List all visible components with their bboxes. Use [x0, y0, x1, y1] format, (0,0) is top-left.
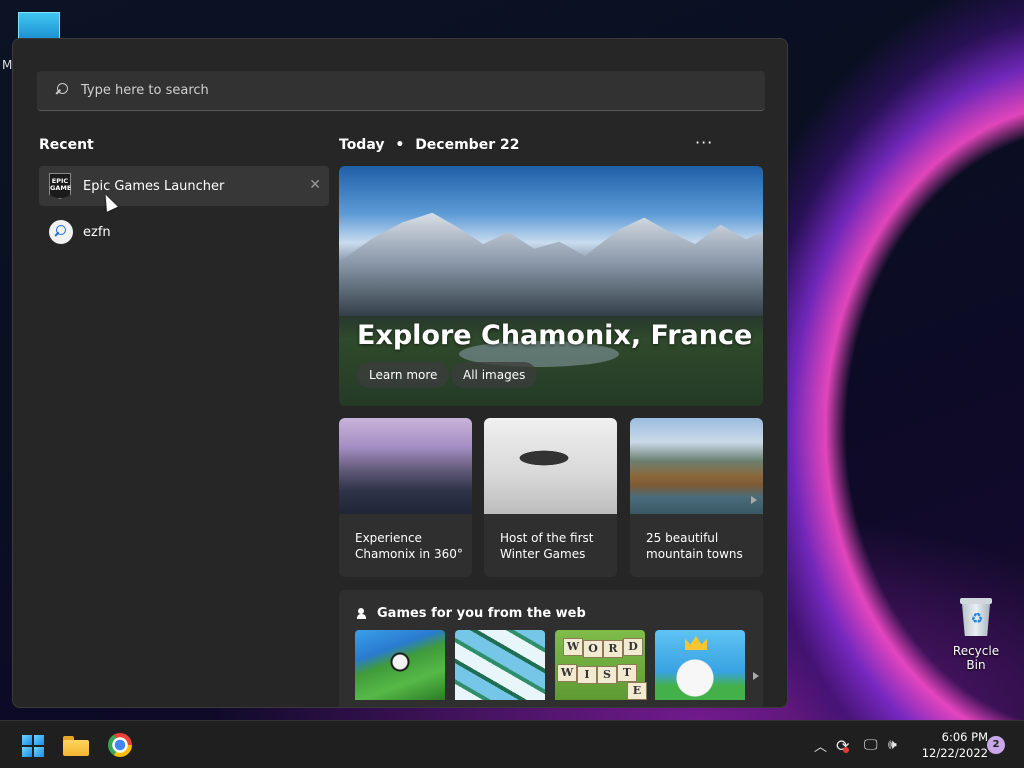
- games-section: Games for you from the web W O R D W I S…: [339, 590, 763, 707]
- clock[interactable]: 6:06 PM 12/22/2022: [912, 729, 988, 761]
- card-mountain-towns[interactable]: 25 beautiful mountain towns: [630, 418, 763, 577]
- recent-heading: Recent: [39, 137, 94, 153]
- volume-button[interactable]: 🕪: [888, 721, 897, 768]
- all-images-button[interactable]: All images: [451, 362, 538, 388]
- chrome-button[interactable]: [100, 729, 140, 761]
- recycle-bin[interactable]: ♻ Recycle Bin: [942, 596, 1010, 672]
- crown-icon: [685, 636, 707, 650]
- search-input[interactable]: Type here to search: [37, 71, 765, 111]
- card-title: Host of the first Winter Games: [500, 531, 594, 561]
- hero-card-chamonix[interactable]: Explore Chamonix, France Learn more All …: [339, 166, 763, 406]
- today-date: December 22: [415, 137, 520, 153]
- clock-date: 12/22/2022: [921, 746, 988, 760]
- search-panel: Type here to search Recent EPIC GAMES Ep…: [12, 38, 788, 708]
- card-chamonix-360[interactable]: Experience Chamonix in 360°: [339, 418, 472, 577]
- card-image: [484, 418, 617, 514]
- game-tile-word-wiste[interactable]: W O R D W I S T E: [555, 630, 647, 700]
- scroll-right-arrow-icon[interactable]: [751, 496, 757, 504]
- desktop-icon[interactable]: [18, 12, 60, 40]
- network-icon: 🖵: [864, 737, 878, 753]
- taskbar: ︿ ⟳ 🖵 🕪 6:06 PM 12/22/2022 2: [0, 720, 1024, 768]
- game-tile-tiles[interactable]: [455, 630, 545, 700]
- card-image: [339, 418, 472, 514]
- card-image: [630, 418, 763, 514]
- learn-more-button[interactable]: Learn more: [357, 362, 450, 388]
- epic-games-icon: EPIC GAMES: [49, 173, 71, 199]
- close-icon[interactable]: ✕: [309, 177, 321, 193]
- chevron-up-icon: ︿: [814, 739, 828, 755]
- today-label: Today: [339, 137, 385, 153]
- search-icon: [53, 82, 71, 100]
- folder-icon: [63, 736, 89, 756]
- show-hidden-icons-button[interactable]: ︿: [814, 721, 827, 768]
- recent-item-ezfn[interactable]: ezfn: [39, 212, 329, 252]
- recent-item-label: Epic Games Launcher: [83, 178, 225, 194]
- notification-badge[interactable]: 2: [987, 736, 1005, 754]
- hero-title: Explore Chamonix, France: [357, 320, 753, 351]
- sync-status-button[interactable]: ⟳: [836, 721, 850, 768]
- clock-time: 6:06 PM: [941, 730, 988, 744]
- desktop-icon-label: M: [2, 58, 13, 72]
- hero-image: [339, 212, 763, 316]
- more-options-icon[interactable]: ···: [695, 133, 713, 152]
- recycle-bin-icon: ♻: [959, 596, 993, 638]
- scroll-right-arrow-icon[interactable]: [753, 672, 759, 680]
- game-tile-golf[interactable]: [655, 630, 745, 700]
- speaker-icon: 🕪: [888, 737, 897, 753]
- windows-logo-icon: [22, 735, 44, 757]
- today-separator: •: [395, 137, 405, 153]
- today-heading: Today • December 22: [339, 137, 519, 153]
- recent-item-label: ezfn: [83, 224, 111, 240]
- network-button[interactable]: 🖵: [864, 721, 878, 768]
- game-tile-soccer[interactable]: [355, 630, 445, 700]
- search-placeholder: Type here to search: [81, 83, 209, 98]
- games-icon: [357, 607, 371, 620]
- search-icon: [49, 220, 73, 244]
- recent-item-epic-games-launcher[interactable]: EPIC GAMES Epic Games Launcher ✕: [39, 166, 329, 206]
- start-button[interactable]: [12, 729, 52, 761]
- card-winter-games[interactable]: Host of the first Winter Games: [484, 418, 617, 577]
- file-explorer-button[interactable]: [56, 729, 96, 761]
- card-title: Experience Chamonix in 360°: [355, 531, 463, 561]
- chrome-icon: [108, 733, 132, 757]
- games-heading: Games for you from the web: [357, 606, 586, 621]
- recycle-bin-label: Recycle Bin: [952, 644, 1000, 672]
- card-title: 25 beautiful mountain towns: [646, 531, 743, 561]
